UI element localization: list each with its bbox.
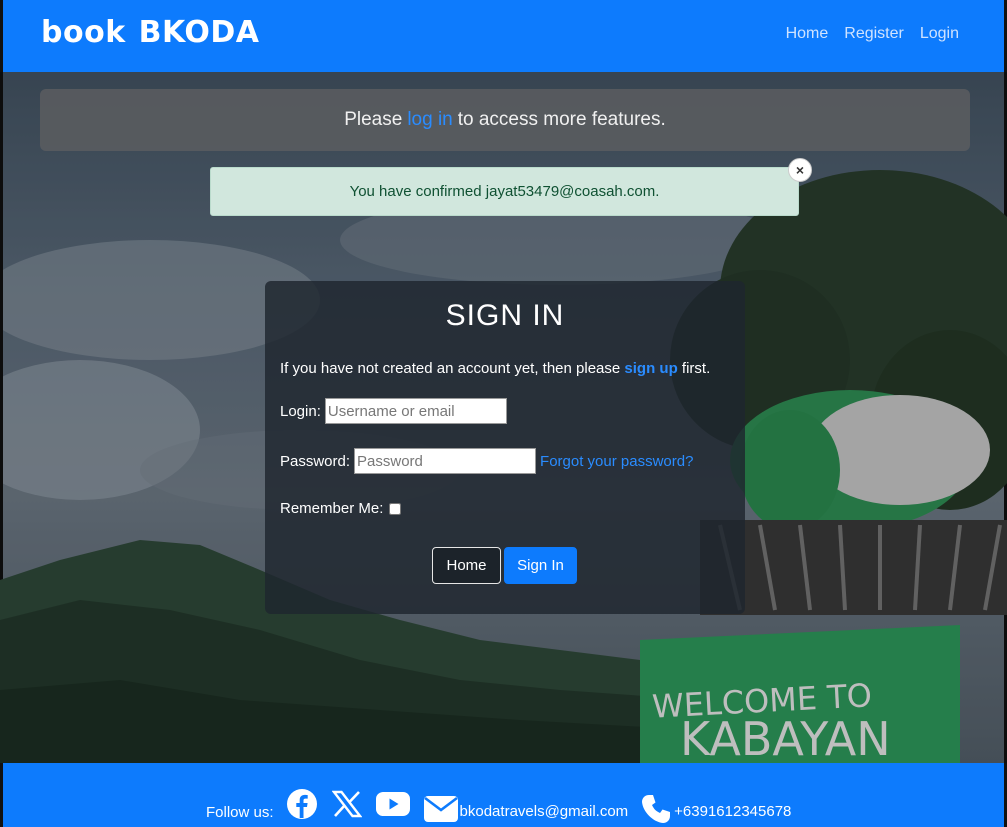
signin-intro: If you have not created an account yet, … bbox=[280, 360, 710, 377]
footer-content: Follow us: bkodatravels@gmail.com +63916… bbox=[206, 783, 801, 827]
footer: Follow us: bkodatravels@gmail.com +63916… bbox=[0, 763, 1007, 827]
brand-logo[interactable]: book BKODA bbox=[41, 15, 260, 50]
brand-part1: book bbox=[41, 15, 126, 50]
signup-link[interactable]: sign up bbox=[624, 360, 677, 377]
password-input[interactable] bbox=[354, 448, 537, 474]
confirmation-alert: You have confirmed jayat53479@coasah.com… bbox=[210, 158, 812, 216]
login-input[interactable] bbox=[324, 398, 507, 424]
nav-link-register[interactable]: Register bbox=[844, 25, 904, 43]
nav-link-login[interactable]: Login bbox=[920, 25, 959, 43]
info-banner-text-after: to access more features. bbox=[457, 109, 666, 130]
login-info-banner: Please log in to access more features. bbox=[40, 89, 970, 151]
forgot-password-link[interactable]: Forgot your password? bbox=[540, 453, 693, 470]
contact-info: bkodatravels@gmail.com +6391612345678 bbox=[423, 793, 802, 827]
youtube-icon[interactable] bbox=[375, 791, 410, 821]
nav-link-home[interactable]: Home bbox=[786, 25, 829, 43]
signin-button[interactable]: Sign In bbox=[504, 547, 577, 584]
password-label: Password: bbox=[280, 452, 351, 470]
follow-label: Follow us: bbox=[206, 803, 274, 821]
phone-icon bbox=[640, 793, 672, 827]
nav-links: Home Register Login bbox=[786, 25, 959, 43]
brand-part2: BKODA bbox=[138, 15, 260, 50]
x-icon[interactable] bbox=[331, 790, 362, 822]
navbar: book BKODA Home Register Login bbox=[0, 0, 1007, 72]
envelope-icon bbox=[423, 796, 458, 826]
login-row: Login: bbox=[280, 398, 507, 424]
facebook-icon[interactable] bbox=[286, 788, 318, 824]
footer-phone[interactable]: +6391612345678 bbox=[674, 803, 791, 820]
password-row: Password: Forgot your password? bbox=[280, 448, 693, 474]
footer-email[interactable]: bkodatravels@gmail.com bbox=[460, 803, 629, 820]
remember-label: Remember Me: bbox=[280, 500, 384, 517]
intro-text-before: If you have not created an account yet, … bbox=[280, 360, 621, 377]
close-icon[interactable]: × bbox=[788, 158, 812, 182]
social-links bbox=[286, 788, 424, 824]
alert-message: You have confirmed jayat53479@coasah.com… bbox=[349, 183, 660, 200]
remember-checkbox[interactable] bbox=[389, 502, 402, 515]
info-banner-text-before: Please bbox=[344, 109, 403, 130]
home-button[interactable]: Home bbox=[432, 547, 501, 584]
intro-text-after: first. bbox=[681, 360, 711, 377]
signin-title: SIGN IN bbox=[445, 299, 565, 332]
info-banner-login-link[interactable]: log in bbox=[407, 109, 452, 131]
login-label: Login: bbox=[280, 402, 321, 420]
remember-row: Remember Me: bbox=[280, 500, 402, 517]
signin-card: SIGN IN If you have not created an accou… bbox=[265, 281, 745, 614]
